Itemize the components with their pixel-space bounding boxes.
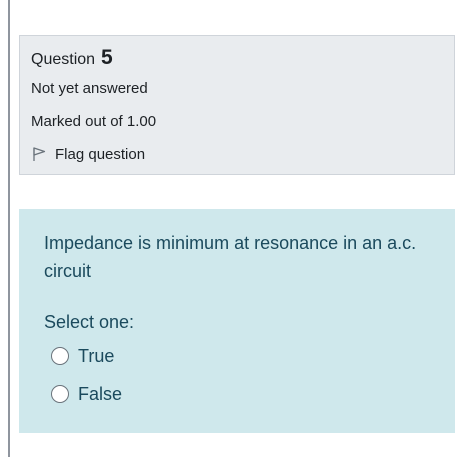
flag-icon [31, 146, 47, 162]
question-number: 5 [101, 46, 113, 69]
answer-status: Not yet answered [31, 80, 148, 97]
select-one-prompt: Select one: [44, 312, 135, 332]
question-content-panel: Impedance is minimum at resonance in an … [19, 209, 455, 433]
question-info-panel: Question 5 Not yet answered Marked out o… [19, 35, 455, 175]
flag-question-label: Flag question [55, 145, 146, 163]
radio-button-true[interactable] [51, 347, 69, 365]
left-divider [8, 0, 10, 457]
marks-info: Marked out of 1.00 [31, 113, 157, 130]
question-text: Impedance is minimum at resonance in an … [44, 233, 417, 281]
answer-option-true[interactable]: True [44, 341, 435, 371]
answer-option-label: False [78, 383, 123, 404]
quiz-page: Question 5 Not yet answered Marked out o… [0, 0, 474, 457]
answer-option-label: True [78, 345, 115, 366]
flag-question-button[interactable]: Flag question [31, 142, 454, 166]
answer-option-false[interactable]: False [44, 379, 435, 409]
question-label: Question [31, 51, 96, 68]
question-header: Question 5 [31, 46, 454, 72]
radio-button-false[interactable] [51, 385, 69, 403]
